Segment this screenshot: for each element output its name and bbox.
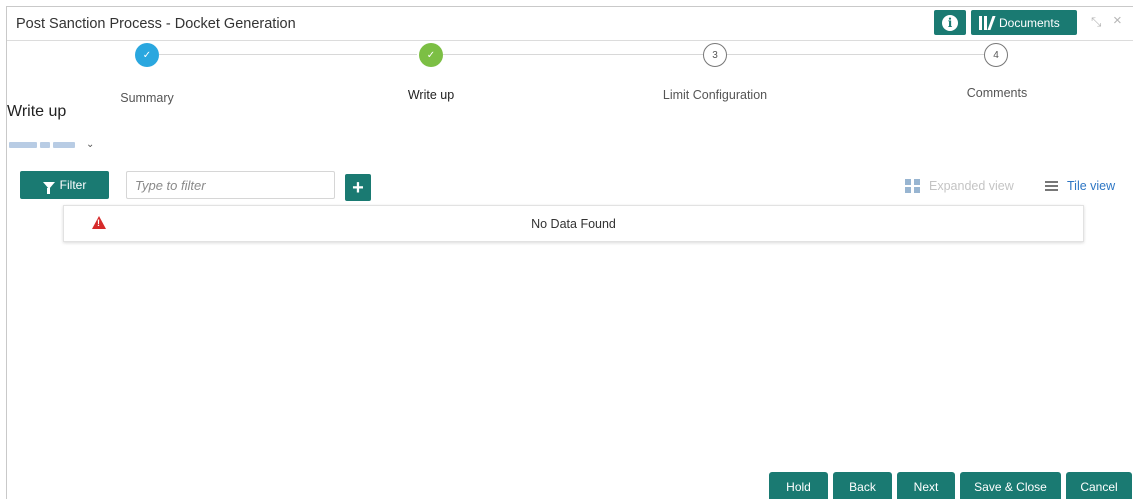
filter-button-label: Filter <box>59 178 87 192</box>
expanded-view-toggle[interactable]: Expanded view <box>905 179 1014 193</box>
step-connector <box>159 54 417 55</box>
filter-icon <box>42 181 55 194</box>
step-label-limit-configuration[interactable]: Limit Configuration <box>663 88 767 102</box>
step-label-comments[interactable]: Comments <box>967 86 1027 100</box>
process-stepper: ✓ ✓ 3 4 Summary Write up Limit Configura… <box>7 41 1133 105</box>
docket-generation-window: Post Sanction Process - Docket Generatio… <box>6 6 1133 499</box>
expanded-view-label: Expanded view <box>929 179 1014 193</box>
list-icon <box>1045 181 1058 191</box>
step-connector <box>443 54 703 55</box>
save-close-button[interactable]: Save & Close <box>960 472 1061 499</box>
empty-state-message: No Data Found <box>531 217 616 231</box>
title-bar: Post Sanction Process - Docket Generatio… <box>7 7 1133 41</box>
tile-view-toggle[interactable]: Tile view <box>1045 179 1115 193</box>
next-button[interactable]: Next <box>897 472 955 499</box>
selector-value-blurred <box>53 141 75 148</box>
step-limit-configuration-number[interactable]: 3 <box>703 43 727 67</box>
step-writeup-check-icon[interactable]: ✓ <box>419 43 443 67</box>
minimize-icon[interactable]: ⤡ <box>1091 14 1101 30</box>
step-label-summary[interactable]: Summary <box>120 91 173 105</box>
writeup-selector[interactable]: ⌄ <box>9 139 94 150</box>
chevron-down-icon: ⌄ <box>86 139 95 150</box>
documents-button-label: Documents <box>999 15 1060 30</box>
add-button[interactable]: + <box>345 174 371 201</box>
back-button[interactable]: Back <box>833 472 892 499</box>
step-summary-check-icon[interactable]: ✓ <box>135 43 159 67</box>
step-label-write-up[interactable]: Write up <box>408 88 454 102</box>
filter-input[interactable] <box>126 171 335 199</box>
close-icon[interactable]: × <box>1113 12 1122 29</box>
library-icon <box>979 15 996 30</box>
documents-button[interactable]: Documents <box>971 10 1077 35</box>
tile-view-label: Tile view <box>1067 179 1116 193</box>
filter-button[interactable]: Filter <box>20 171 109 199</box>
writeup-table: No Data Found <box>63 205 1084 242</box>
hold-button[interactable]: Hold <box>769 472 828 499</box>
expand-icon <box>905 179 920 193</box>
step-comments-number[interactable]: 4 <box>984 43 1008 67</box>
info-icon: i <box>942 14 958 31</box>
cancel-button[interactable]: Cancel <box>1066 472 1132 499</box>
window-title: Post Sanction Process - Docket Generatio… <box>16 16 296 32</box>
info-button[interactable]: i <box>934 10 966 35</box>
step-connector <box>727 54 984 55</box>
selector-value-blurred <box>40 141 50 148</box>
section-title: Write up <box>7 103 67 120</box>
selector-value-blurred <box>9 141 37 148</box>
